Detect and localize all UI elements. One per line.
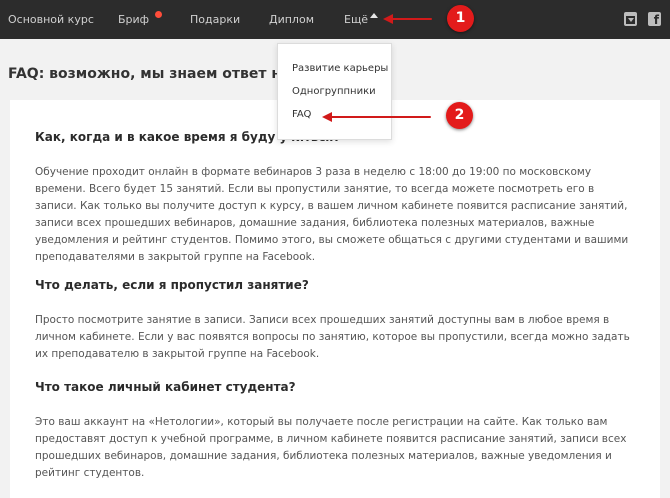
faq-question-2: Что делать, если я пропустил занятие?: [35, 278, 309, 292]
dropdown-item-classmates[interactable]: Одногруппники: [292, 86, 376, 97]
chevron-up-icon[interactable]: [370, 13, 378, 18]
nav-item-brief[interactable]: Бриф: [118, 11, 162, 26]
faq-answer-2: Просто посмотрите занятие в записи. Запи…: [35, 314, 630, 360]
faq-question-3: Что такое личный кабинет студента?: [35, 380, 296, 394]
more-dropdown-menu: Развитие карьеры Одногруппники FAQ: [277, 43, 392, 140]
nav-item-brief-label: Бриф: [118, 13, 150, 26]
dropdown-item-career[interactable]: Развитие карьеры: [292, 63, 388, 74]
notification-dot: [155, 11, 162, 18]
nav-item-gifts[interactable]: Подарки: [190, 13, 240, 26]
faq-answer-3: Это ваш аккаунт на «Нетологии», который …: [35, 416, 627, 479]
annotation-arrow-2-line: [331, 116, 431, 118]
annotation-marker-2: 2: [446, 102, 473, 129]
dropdown-item-faq[interactable]: FAQ: [292, 109, 311, 120]
nav-item-main-course[interactable]: Основной курс: [8, 13, 94, 26]
annotation-arrow-1-line: [392, 18, 432, 20]
nav-item-diploma[interactable]: Диплом: [269, 13, 314, 26]
facebook-icon[interactable]: f: [648, 12, 661, 27]
annotation-marker-1: 1: [447, 5, 474, 32]
top-navigation-bar: Основной курс Бриф Подарки Диплом Ещё f: [0, 0, 670, 39]
faq-card: Как, когда и в какое время я буду учитьс…: [10, 100, 660, 498]
nav-item-more[interactable]: Ещё: [344, 13, 368, 26]
faq-answer-1: Обучение проходит онлайн в формате вебин…: [35, 166, 629, 263]
annotation-arrow-1-head: [383, 14, 393, 24]
annotation-arrow-2-head: [322, 112, 332, 122]
calendar-download-icon[interactable]: [624, 12, 637, 26]
